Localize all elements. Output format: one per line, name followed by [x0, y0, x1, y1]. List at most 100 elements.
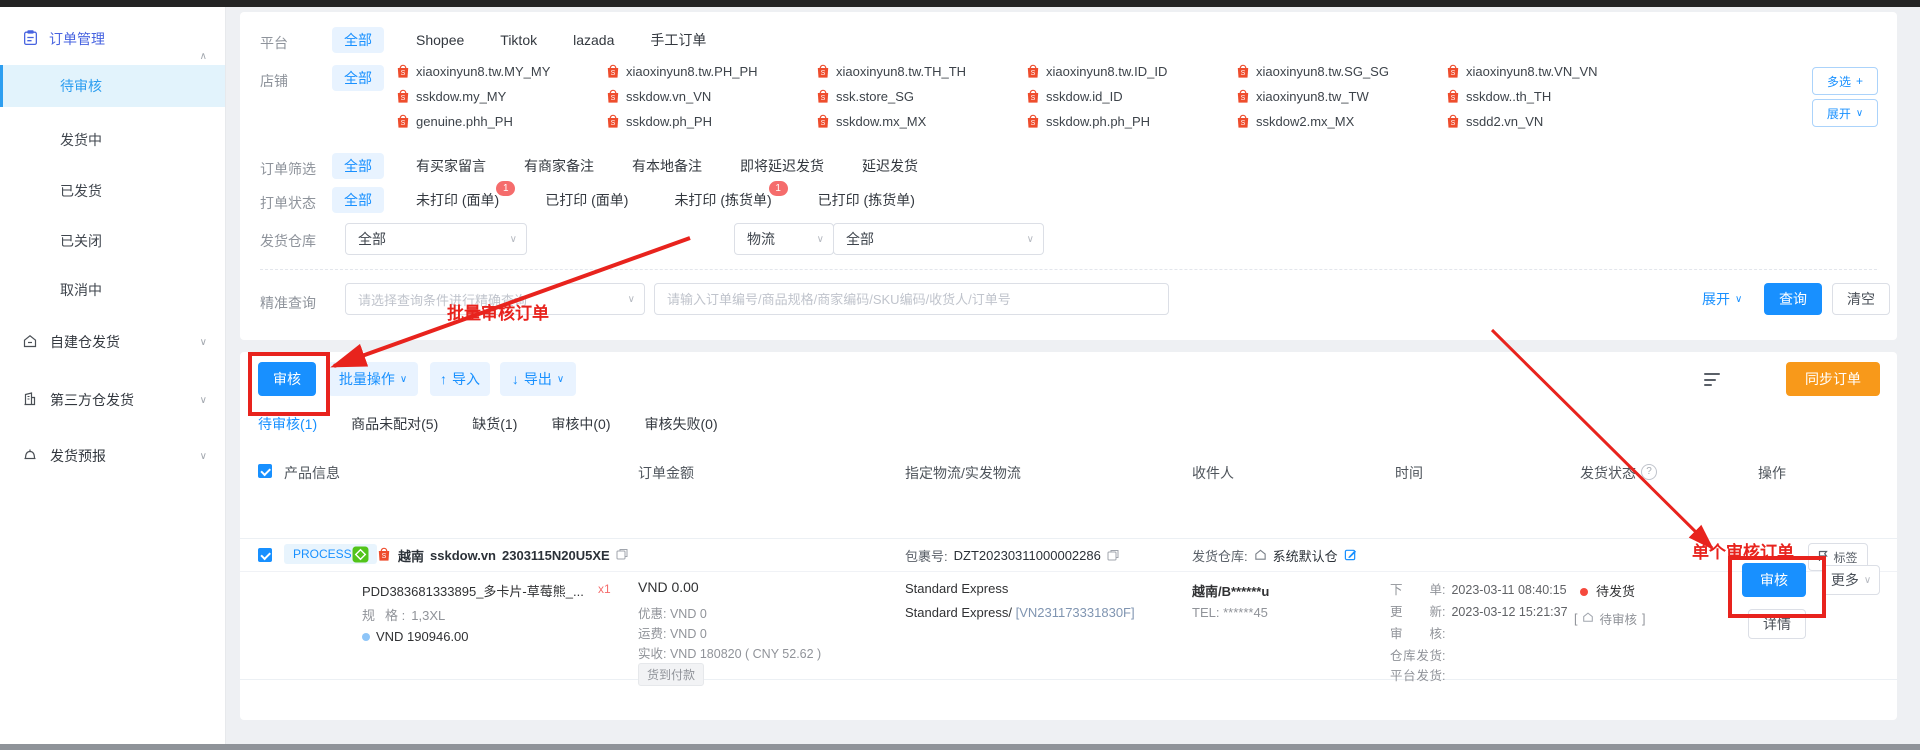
product-title: PDD383681333895_多卡片-草莓熊_... — [362, 584, 584, 599]
shop-item[interactable]: Sssk.store_SG — [816, 89, 1026, 104]
order-filter-option[interactable]: 延迟发货 — [862, 156, 918, 176]
order-filter-label: 订单筛选 — [260, 161, 316, 177]
sidebar-section-label: 第三方仓发货 — [50, 392, 134, 408]
time-warehouse-ship: 仓库发货: — [1390, 649, 1446, 663]
shop-item[interactable]: Sxiaoxinyun8.tw.VN_VN — [1446, 64, 1656, 79]
print-status-all[interactable]: 全部 — [332, 187, 384, 213]
receiver-name: 越南/B******u — [1192, 584, 1270, 599]
svg-text:S: S — [1241, 95, 1246, 102]
shopee-bag-icon: S — [1447, 114, 1459, 128]
print-status-option[interactable]: 未打印 (拣货单) 1 — [674, 181, 788, 210]
shopee-bag-icon: S — [397, 89, 409, 103]
sync-orders-button[interactable]: 同步订单 — [1786, 362, 1880, 396]
shop-item[interactable]: Ssskdow.my_MY — [396, 89, 606, 104]
print-status-option[interactable]: 未打印 (面单) 1 — [416, 181, 516, 210]
shop-item[interactable]: Sxiaoxinyun8.tw.TH_TH — [816, 64, 1026, 79]
expand-shops-button[interactable]: 展开 ∨ — [1812, 99, 1878, 127]
shop-item[interactable]: Ssskdow.mx_MX — [816, 114, 1026, 129]
export-button[interactable]: ↓ 导出 ∨ — [500, 362, 576, 396]
shop-item[interactable]: Ssskdow..th_TH — [1446, 89, 1656, 104]
select-all-checkbox[interactable] — [258, 464, 272, 478]
sidebar-item-closed[interactable]: 已关闭 — [0, 220, 225, 262]
sidebar-item-pending-audit[interactable]: 待审核 — [0, 65, 225, 107]
logistics-value-select[interactable]: 全部 ∨ — [833, 223, 1044, 255]
svg-text:S: S — [1031, 120, 1036, 127]
tab-unmatched[interactable]: 商品未配对(5) — [351, 414, 438, 434]
col-header-time: 时间 — [1395, 465, 1423, 481]
row-more-button[interactable]: 更多 ∨ — [1822, 565, 1880, 595]
row-checkbox[interactable] — [258, 548, 272, 562]
shop-item[interactable]: Sxiaoxinyun8.tw.MY_MY — [396, 64, 606, 79]
print-status-option[interactable]: 已打印 (拣货单) — [818, 190, 915, 210]
shopee-bag-icon: S — [607, 89, 619, 103]
sidebar-item-shipped[interactable]: 已发货 — [0, 170, 225, 212]
chevron-down-icon: ∨ — [199, 450, 207, 462]
batch-operation-button[interactable]: 批量操作 ∨ — [328, 362, 418, 396]
order-filter-option[interactable]: 即将延迟发货 — [740, 156, 824, 176]
chevron-up-icon[interactable]: ∧ — [200, 51, 207, 62]
expand-search-link[interactable]: 展开 ∨ — [1702, 289, 1742, 309]
col-header-logistics: 指定物流/实发物流 — [905, 465, 1021, 481]
order-number-line: 越南 sskdow.vn 2303115N20U5XE — [398, 546, 628, 565]
tab-out-of-stock[interactable]: 缺货(1) — [472, 414, 517, 434]
sidebar-section-own-warehouse[interactable]: 自建仓发货 ∨ — [0, 321, 225, 363]
print-status-option[interactable]: 已打印 (面单) — [545, 190, 628, 210]
shop-item[interactable]: Sgenuine.phh_PH — [396, 114, 606, 129]
sidebar-item-shipping[interactable]: 发货中 — [0, 119, 225, 161]
order-amount-total: VND 0.00 — [638, 579, 699, 595]
single-audit-annotation: 单个审核订单 — [1692, 543, 1794, 562]
chevron-down-icon: ∨ — [1735, 293, 1743, 305]
print-status-options: 全部 未打印 (面单) 1 已打印 (面单) 未打印 (拣货单) 1 已打印 (拣货… — [332, 181, 961, 213]
warehouse-house-icon — [1582, 611, 1594, 626]
import-button[interactable]: ↑ 导入 — [430, 362, 490, 396]
order-filter-all[interactable]: 全部 — [332, 153, 384, 179]
sidebar-item-cancelling[interactable]: 取消中 — [0, 269, 225, 311]
shop-item[interactable]: Ssskdow.vn_VN — [606, 89, 816, 104]
shopee-bag-icon: S — [397, 114, 409, 128]
edit-warehouse-icon[interactable] — [1344, 548, 1357, 564]
shopee-bag-icon: S — [397, 64, 409, 78]
sidebar-section-ship-forecast[interactable]: 发货预报 ∨ — [0, 435, 225, 477]
tab-auditing[interactable]: 审核中(0) — [551, 414, 610, 434]
copy-icon[interactable] — [616, 548, 628, 563]
logistics-type-select[interactable]: 物流 ∨ — [734, 223, 834, 255]
tab-pending-audit[interactable]: 待审核(1) — [258, 414, 317, 434]
order-filter-option[interactable]: 有本地备注 — [632, 156, 702, 176]
upload-icon: ↑ — [440, 371, 447, 387]
shop-item[interactable]: Ssskdow.ph.ph_PH — [1026, 114, 1236, 129]
platform-option-manual[interactable]: 手工订单 — [650, 30, 706, 50]
search-keyword-input[interactable] — [654, 283, 1169, 315]
chevron-down-icon: ∨ — [556, 373, 565, 385]
warehouse-select[interactable]: 全部 ∨ — [345, 223, 527, 255]
svg-text:S: S — [401, 120, 406, 127]
shop-item[interactable]: Sxiaoxinyun8.tw_TW — [1236, 89, 1446, 104]
order-filter-option[interactable]: 有买家留言 — [416, 156, 486, 176]
clear-button[interactable]: 清空 — [1832, 283, 1890, 315]
audit-status: [待审核] — [1574, 611, 1646, 628]
svg-text:S: S — [611, 120, 616, 127]
copy-icon[interactable] — [1107, 548, 1119, 564]
platform-option-lazada[interactable]: lazada — [573, 32, 614, 48]
product-spec: 规格 :1,3XL — [362, 608, 446, 623]
question-circle-icon[interactable]: ? — [1641, 464, 1657, 480]
column-settings-icon[interactable] — [1704, 373, 1720, 386]
tab-audit-failed[interactable]: 审核失败(0) — [645, 414, 718, 434]
sidebar-group-order-management[interactable]: 订单管理 ∧ — [0, 27, 225, 62]
platform-option-shopee[interactable]: Shopee — [416, 32, 464, 48]
shop-item[interactable]: Sxiaoxinyun8.tw.SG_SG — [1236, 64, 1446, 79]
platform-option-all[interactable]: 全部 — [332, 27, 384, 53]
shops-option-all[interactable]: 全部 — [332, 65, 384, 91]
time-platform-ship: 平台发货: — [1390, 669, 1446, 683]
shop-item[interactable]: Ssskdow.ph_PH — [606, 114, 816, 129]
shop-item[interactable]: Sxiaoxinyun8.tw.PH_PH — [606, 64, 816, 79]
shop-item[interactable]: Ssskdow.id_ID — [1026, 89, 1236, 104]
order-filter-option[interactable]: 有商家备注 — [524, 156, 594, 176]
multi-select-button[interactable]: 多选 + — [1812, 67, 1878, 95]
chevron-down-icon: ∨ — [509, 233, 517, 245]
shop-item[interactable]: Sssdd2.vn_VN — [1446, 114, 1656, 129]
shop-item[interactable]: Sxiaoxinyun8.tw.ID_ID — [1026, 64, 1236, 79]
shop-item[interactable]: Ssskdow2.mx_MX — [1236, 114, 1446, 129]
sidebar-section-third-party[interactable]: 第三方仓发货 ∨ — [0, 379, 225, 421]
platform-option-tiktok[interactable]: Tiktok — [500, 32, 537, 48]
search-button[interactable]: 查询 — [1764, 283, 1822, 315]
